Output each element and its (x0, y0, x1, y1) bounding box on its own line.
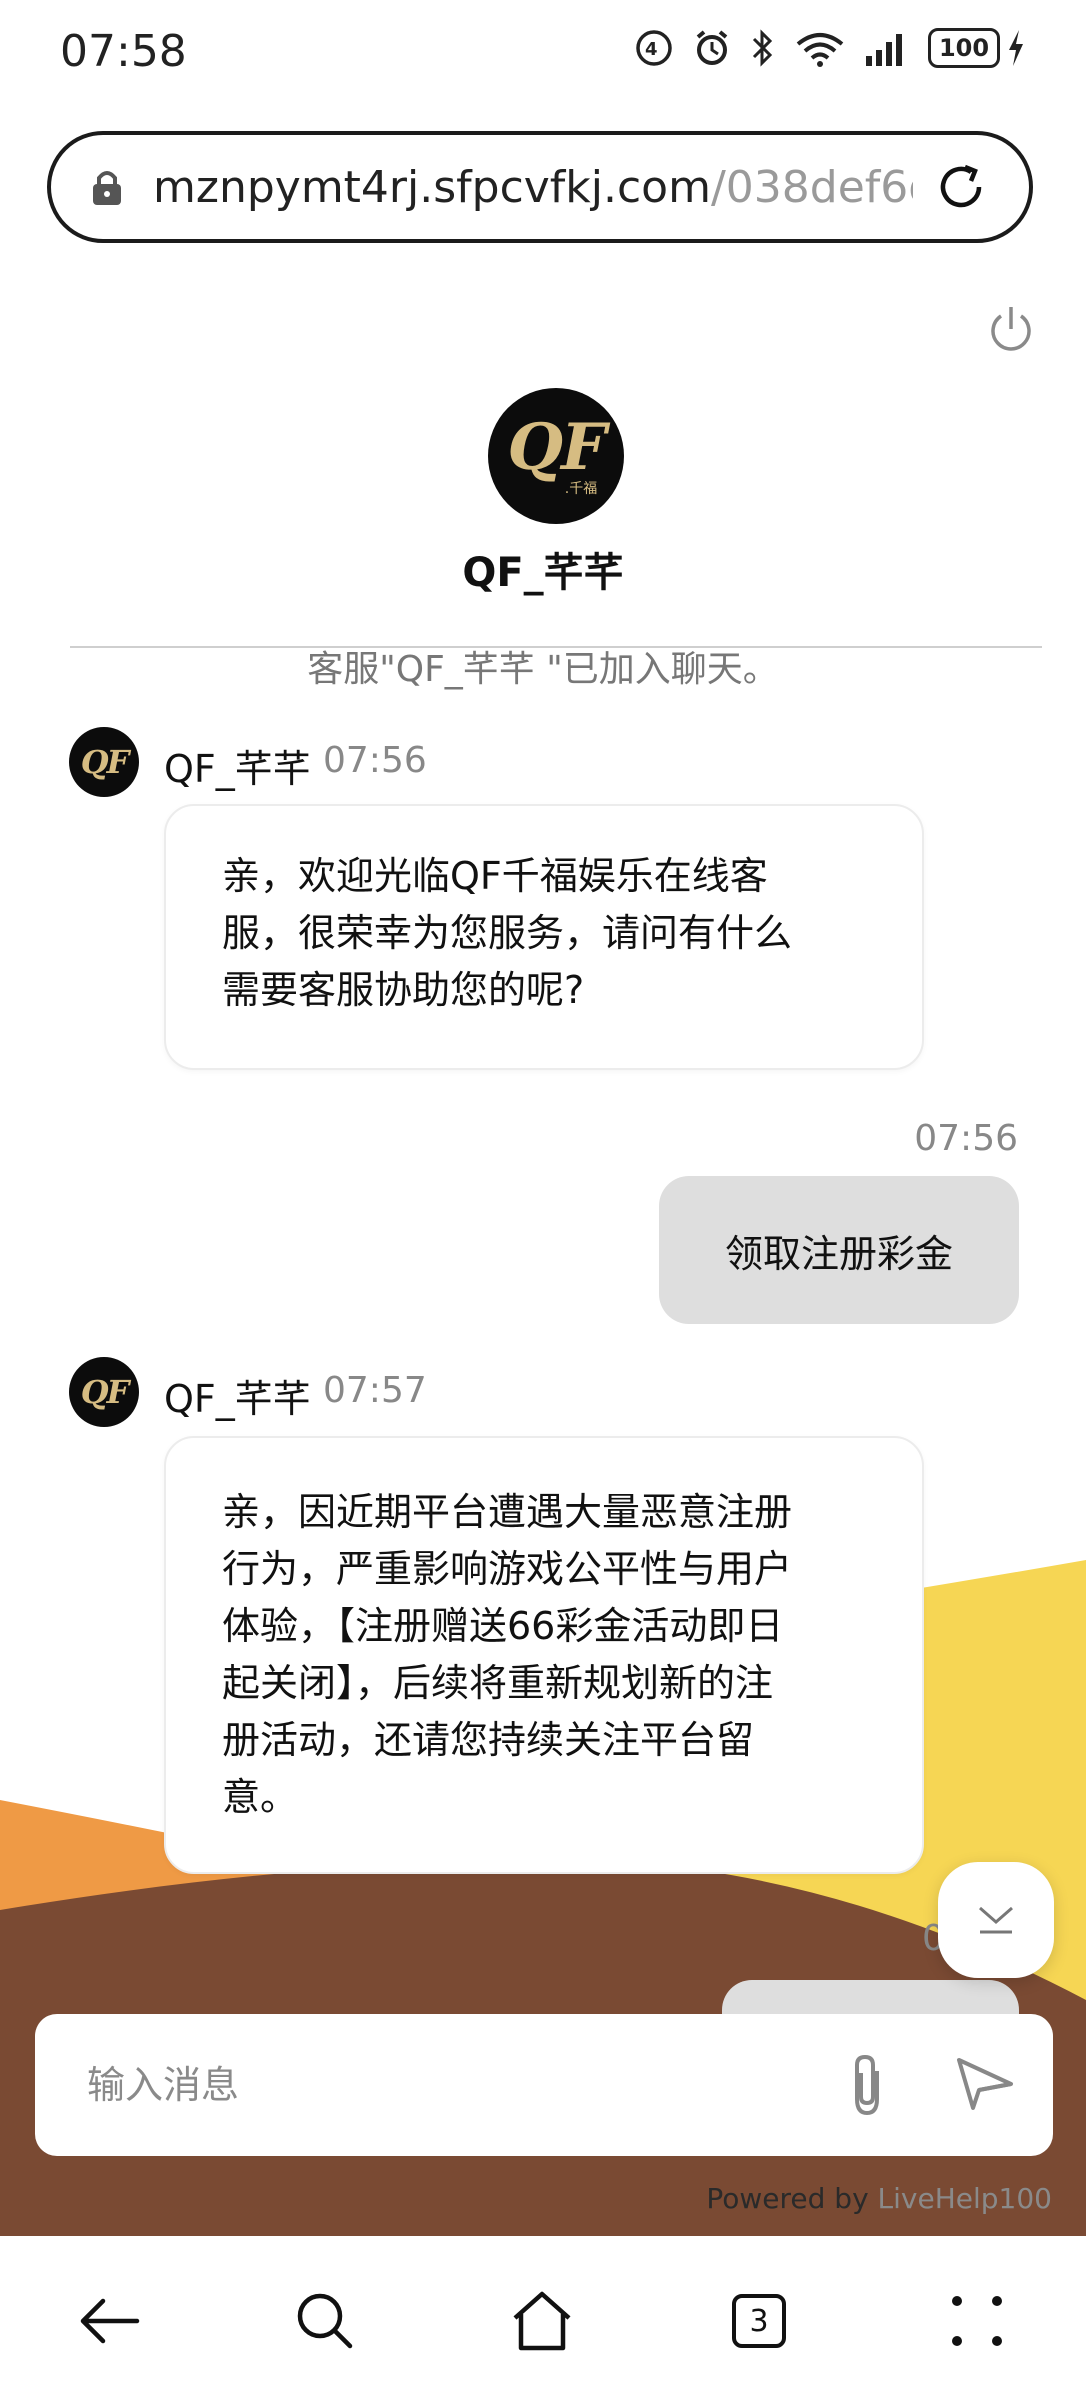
back-button[interactable] (64, 2276, 154, 2366)
agent-title: QF_芊芊 (462, 550, 624, 596)
scroll-to-bottom-button[interactable] (938, 1862, 1054, 1978)
more-menu-icon (952, 2296, 1002, 2346)
back-arrow-icon (80, 2298, 140, 2344)
incoming-message-bubble: 亲，因近期平台遭遇大量恶意注册 行为，严重影响游戏公平性与用户 体验，【注册赠送… (164, 1436, 924, 1874)
scroll-down-icon (979, 1906, 1013, 1934)
charging-icon (1009, 30, 1023, 66)
url-path: /038def6d (710, 161, 913, 213)
logo-text: QF (507, 410, 606, 485)
logo-text-small: QF (80, 1373, 130, 1411)
powered-by-brand[interactable]: LiveHelp100 (878, 2182, 1052, 2215)
power-icon[interactable] (984, 302, 1038, 356)
message-time: 07:57 (323, 1370, 427, 1411)
message-time: 07:56 (323, 740, 427, 781)
logo-subtext: .千福 (564, 481, 598, 497)
tab-count: 3 (749, 2303, 769, 2339)
search-icon (297, 2293, 353, 2349)
battery-icon: 100 (928, 28, 1026, 68)
message-line: 亲，因近期平台遭遇大量恶意注册 (222, 1490, 793, 1534)
agent-avatar-small: QF (69, 1357, 139, 1427)
message-line: 体验，【注册赠送66彩金活动即日 (222, 1604, 784, 1648)
wifi-6-icon (796, 33, 844, 67)
tabs-button[interactable]: 3 (714, 2276, 804, 2366)
url-text[interactable]: mznpymt4rj.sfpcvfkj.com/038def6d (153, 162, 913, 213)
message-line: 需要客服协助您的呢? (222, 968, 585, 1012)
logo-text-small: QF (80, 743, 130, 781)
message-line: 服，很荣幸为您服务，请问有什么 (222, 911, 793, 955)
message-text: 领取注册彩金 (724, 1231, 953, 1276)
incoming-message-bubble: 亲，欢迎光临QF千福娱乐在线客 服，很荣幸为您服务，请问有什么 需要客服协助您的… (164, 804, 924, 1070)
battery-level: 100 (938, 34, 990, 62)
message-line: 册活动，还请您持续关注平台留 (222, 1718, 755, 1762)
refresh-icon[interactable] (931, 157, 991, 217)
status-time: 07:58 (60, 26, 187, 77)
powered-by: Powered by LiveHelp100 (706, 2182, 1052, 2215)
lock-icon (93, 171, 121, 205)
svg-text:4: 4 (645, 39, 658, 60)
powered-by-prefix: Powered by (706, 2182, 878, 2215)
tabs-icon: 3 (732, 2294, 786, 2348)
attachment-icon[interactable] (837, 2051, 901, 2119)
send-icon[interactable] (953, 2054, 1017, 2114)
signal-icon (866, 34, 902, 66)
message-line: 意。 (222, 1775, 299, 1819)
message-line: 起关闭】，后续将重新规划新的注 (222, 1661, 774, 1705)
message-sender: QF_芊芊 (164, 747, 311, 791)
message-line: 行为，严重影响游戏公平性与用户 (222, 1547, 793, 1591)
message-sender: QF_芊芊 (164, 1377, 311, 1421)
agent-avatar: QF .千福 (488, 388, 624, 524)
system-message: 客服"QF_芊芊 "已加入聊天。 (307, 649, 779, 690)
message-line: 亲，欢迎光临QF千福娱乐在线客 (222, 854, 768, 898)
alarm-icon (696, 30, 728, 65)
message-input-bar (35, 2014, 1053, 2156)
message-input[interactable] (85, 2062, 789, 2108)
status-icons: 4 100 (634, 28, 1026, 68)
outgoing-message-bubble: 领取注册彩金 (659, 1176, 1019, 1324)
volte-icon: 4 (636, 30, 672, 66)
bluetooth-icon (752, 29, 773, 67)
message-time: 07:56 (914, 1118, 1018, 1159)
search-button[interactable] (280, 2276, 370, 2366)
home-icon (513, 2291, 571, 2351)
url-host: mznpymt4rj.sfpcvfkj.com (153, 161, 711, 213)
home-button[interactable] (497, 2276, 587, 2366)
browser-navbar: 3 (0, 2236, 1086, 2400)
agent-avatar-small: QF (69, 727, 139, 797)
address-bar[interactable]: mznpymt4rj.sfpcvfkj.com/038def6d (47, 131, 1033, 243)
menu-button[interactable] (932, 2276, 1022, 2366)
